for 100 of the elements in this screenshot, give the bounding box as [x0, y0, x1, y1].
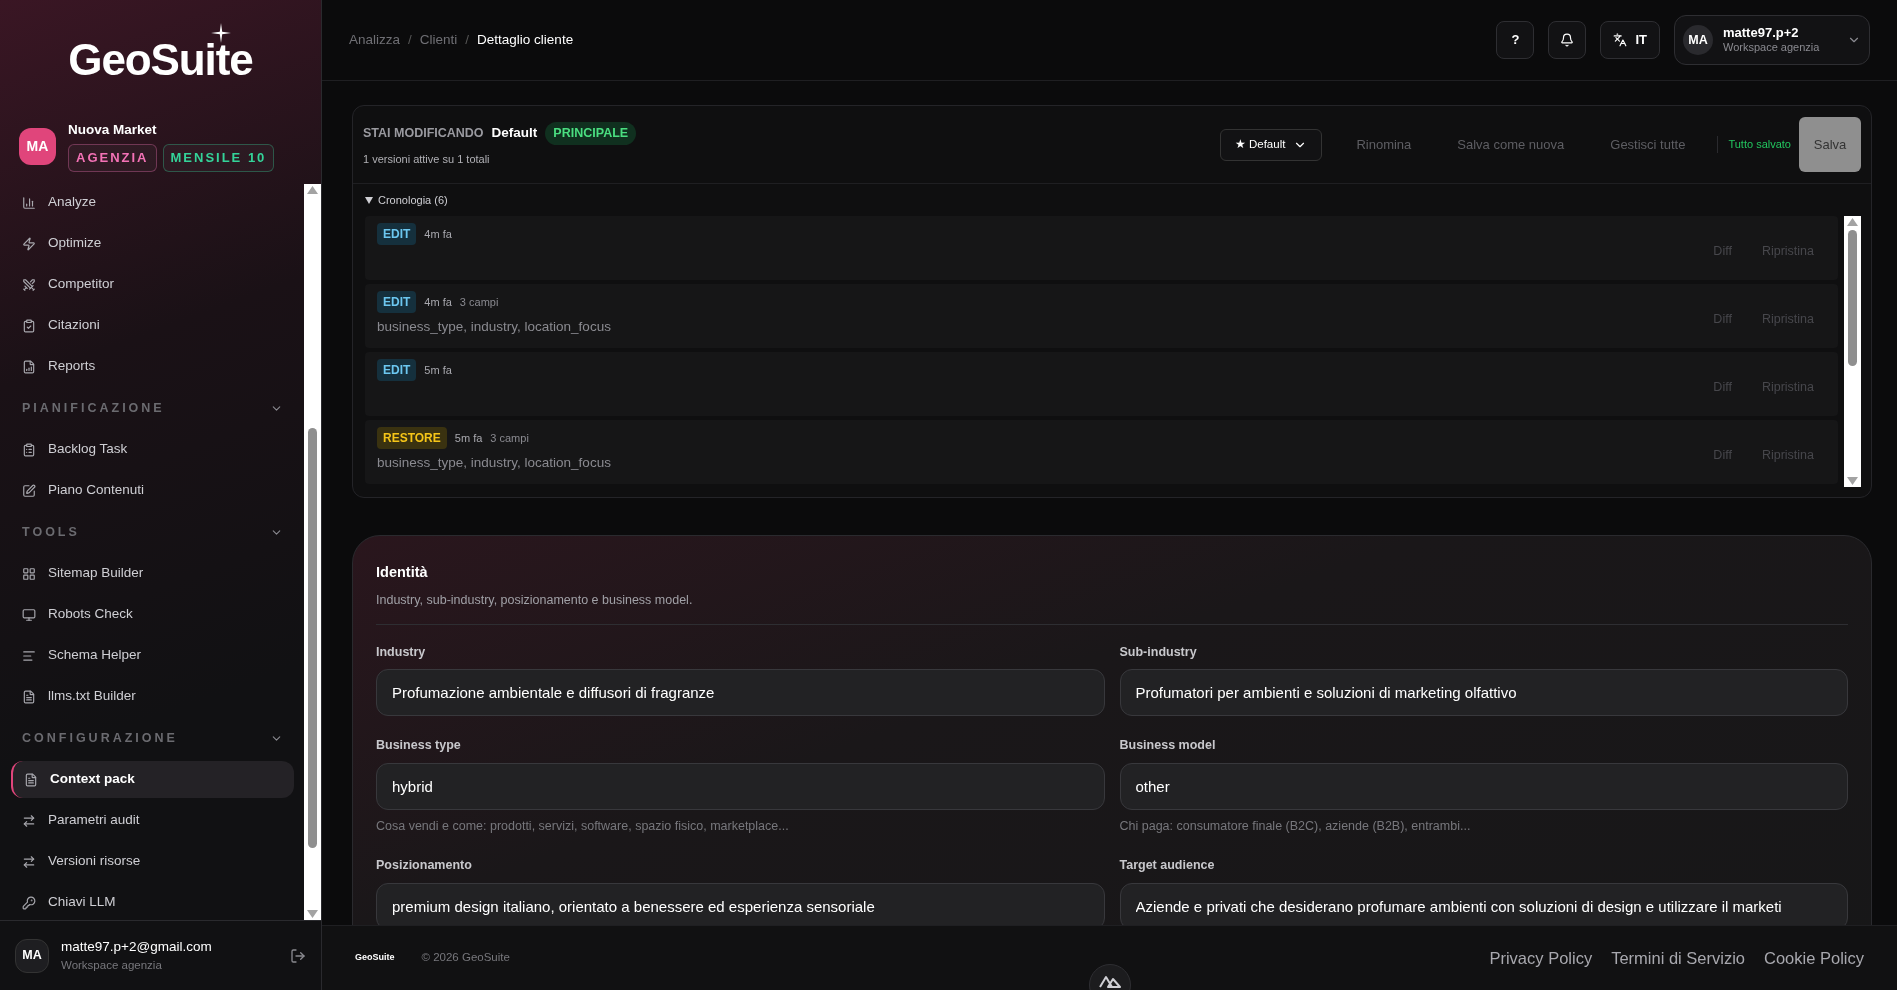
nav-icon: [22, 236, 36, 251]
breadcrumb-item: Dettaglio cliente: [477, 30, 574, 49]
logo: GeoSuite: [68, 35, 253, 84]
breadcrumb-separator: /: [408, 30, 412, 49]
field-label: Posizionamento: [376, 856, 473, 874]
workspace-name: Nuova Market: [68, 121, 158, 140]
help-button[interactable]: ?: [1496, 21, 1535, 59]
change-tag: EDIT: [377, 223, 417, 245]
account-avatar: MA: [1683, 25, 1713, 55]
card-title: Identità: [376, 563, 429, 582]
nav-icon: [22, 813, 36, 828]
sidebar-item[interactable]: Context pack: [11, 761, 294, 798]
user-email: matte97.p+2@gmail.com: [61, 937, 213, 956]
field-label: Industry: [376, 643, 427, 661]
input-field[interactable]: Profumazione ambientale e diffusori di fragranze: [376, 669, 1105, 717]
editing-label: STAI MODIFICANDO: [363, 124, 484, 142]
scroll-down-arrow-icon[interactable]: [1847, 477, 1858, 485]
scroll-up-arrow-icon[interactable]: [1847, 218, 1858, 226]
scroll-up-arrow-icon[interactable]: [307, 186, 318, 194]
input-field[interactable]: other: [1119, 763, 1848, 810]
nav-icon: [22, 689, 36, 704]
nav-icon: [22, 566, 36, 581]
input-field[interactable]: Aziende e privati che desiderano profumare ambienti con soluzioni di design e utilizzare il marketi: [1119, 882, 1848, 925]
nav-icon: [22, 607, 36, 622]
nav-icon: [22, 648, 36, 663]
sidebar-scrollbar[interactable]: [304, 184, 321, 920]
nav-icon: [22, 277, 36, 292]
field-count: 3 campi: [490, 430, 529, 446]
footer-link[interactable]: Termini di Servizio: [1611, 945, 1746, 971]
nav-icon: [22, 895, 36, 910]
nav-icon: [22, 854, 36, 869]
sidebar-item[interactable]: Analyze: [11, 184, 294, 221]
scroll-down-arrow-icon[interactable]: [307, 910, 318, 918]
language-button[interactable]: IT: [1600, 21, 1660, 59]
sidebar-item[interactable]: Sitemap Builder: [11, 555, 294, 592]
change-tag: EDIT: [377, 359, 417, 381]
changed-fields: business_type, industry, location_focus: [377, 453, 611, 474]
breadcrumb-item[interactable]: Analizza: [349, 29, 401, 51]
sidebar-item[interactable]: Robots Check: [11, 596, 294, 633]
nav-icon: [22, 318, 36, 333]
footer-link[interactable]: Cookie Policy: [1764, 945, 1864, 971]
sidebar-item[interactable]: llms.txt Builder: [11, 678, 294, 715]
nav-icon: [24, 772, 38, 787]
history-scrollbar[interactable]: [1844, 216, 1861, 487]
field-label: Business model: [1119, 737, 1217, 755]
sidebar-item[interactable]: Backlog Task: [11, 431, 294, 468]
section-header[interactable]: CONFIGURAZIONE: [11, 719, 294, 757]
footer-link[interactable]: Privacy Policy: [1489, 945, 1593, 971]
user-workspace: Workspace agenzia: [61, 958, 163, 973]
logout-icon[interactable]: [290, 947, 306, 964]
field-label: Sub-industry: [1119, 643, 1198, 661]
breadcrumb-item[interactable]: Clienti: [419, 29, 458, 51]
change-tag: EDIT: [377, 291, 417, 313]
sidebar-item[interactable]: Versioni risorse: [11, 843, 294, 880]
bell-icon: [1560, 33, 1575, 47]
scrollbar-thumb[interactable]: [1848, 230, 1857, 366]
changed-fields: business_type, industry, location_focus: [377, 317, 611, 338]
translate-icon: [1613, 33, 1628, 47]
sidebar-item[interactable]: Competitor: [11, 266, 294, 303]
change-time: 4m fa: [424, 294, 452, 310]
account-menu[interactable]: MA matte97.p+2 Workspace agenzia: [1674, 15, 1870, 65]
field-label: Business type: [376, 737, 462, 755]
sidebar-item[interactable]: Optimize: [11, 225, 294, 262]
sidebar-item[interactable]: Schema Helper: [11, 637, 294, 674]
sidebar-item[interactable]: Piano Contenuti: [11, 472, 294, 509]
user-avatar: MA: [15, 938, 49, 973]
sidebar-item[interactable]: Reports: [11, 348, 294, 385]
nav-icon: [22, 442, 36, 457]
sidebar-item[interactable]: Parametri audit: [11, 802, 294, 839]
save-status: Tutto salvato: [1717, 136, 1791, 153]
input-field[interactable]: hybrid: [376, 763, 1105, 810]
field-count: 3 campi: [459, 294, 499, 310]
workspace-avatar: MA: [19, 127, 56, 165]
version-select[interactable]: ★ Default: [1219, 128, 1323, 161]
account-workspace: Workspace agenzia: [1723, 41, 1821, 55]
sidebar-item[interactable]: Chiavi LLM: [11, 884, 294, 920]
copyright: © 2026 GeoSuite: [421, 950, 510, 966]
field-hint: Cosa vendi e come: prodotti, servizi, software, spazio fisico, marketplace...: [376, 818, 790, 835]
input-field[interactable]: premium design italiano, orientato a benessere ed esperienza sensoriale: [376, 882, 1105, 925]
plan-badge: AGENZIA: [68, 144, 157, 172]
section-header[interactable]: TOOLS: [11, 513, 294, 551]
change-time: 5m fa: [424, 362, 452, 378]
version-name: Default: [491, 124, 538, 143]
section-header[interactable]: PIANIFICAZIONE: [11, 389, 294, 427]
primary-badge: PRINCIPALE: [545, 121, 637, 145]
input-field[interactable]: Profumatori per ambienti e soluzioni di marketing olfattivo: [1119, 669, 1848, 717]
nav-icon: [22, 359, 36, 374]
disclosure-icon[interactable]: [365, 196, 373, 204]
change-time: 4m fa: [424, 226, 452, 242]
card-subtitle: Industry, sub-industry, posizionamento e business model.: [376, 591, 694, 609]
sidebar-item[interactable]: Citazioni: [11, 307, 294, 344]
notifications-button[interactable]: [1548, 21, 1587, 59]
nav-icon: [22, 483, 36, 498]
account-name: matte97.p+2: [1723, 25, 1800, 42]
scrollbar-thumb[interactable]: [308, 428, 317, 848]
versions-summary: 1 versioni attive su 1 totali: [363, 151, 491, 167]
change-tag: RESTORE: [377, 427, 447, 449]
plan-badge: MENSILE 10: [162, 144, 275, 172]
history-title: Cronologia (6): [378, 192, 448, 208]
field-hint: Chi paga: consumatore finale (B2C), aziende (B2B), entrambi...: [1119, 818, 1472, 835]
